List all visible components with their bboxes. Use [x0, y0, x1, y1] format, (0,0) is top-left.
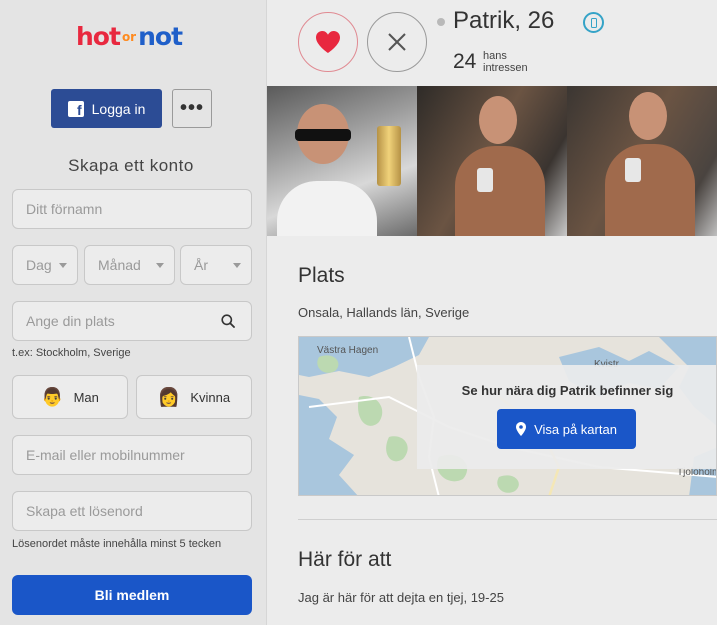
first-name-input[interactable]: Ditt förnamn — [12, 189, 252, 229]
facebook-icon: f — [67, 100, 84, 117]
email-field[interactable]: E-mail eller mobilnummer — [12, 435, 252, 475]
chevron-down-icon — [156, 263, 164, 268]
location-section-title: Plats — [298, 264, 345, 287]
gender-female-label: Kvinna — [190, 389, 231, 405]
location-text: Onsala, Hallands län, Sverige — [298, 305, 470, 320]
map-label-vastra-hagen: Västra Hagen — [317, 345, 379, 356]
skip-button[interactable] — [367, 12, 427, 72]
profile-main: Patrik, 26 24 hans intressen Plats Onsal… — [267, 0, 717, 625]
signup-title: Skapa ett konto — [68, 156, 194, 175]
chevron-down-icon — [59, 263, 67, 268]
more-icon: ••• — [179, 97, 204, 119]
profile-name-age: Patrik, 26 — [453, 7, 555, 34]
location-placeholder: Ange din plats — [26, 313, 115, 329]
map-overlay: Se hur nära dig Patrik befinner sig Visa… — [417, 365, 716, 469]
phone-verified-icon — [583, 12, 604, 33]
join-label: Bli medlem — [94, 587, 170, 603]
birth-month-label: Månad — [98, 257, 141, 273]
like-button[interactable] — [298, 12, 358, 72]
gender-female-button[interactable]: 👩 Kvinna — [136, 375, 252, 419]
map-pin-icon — [516, 422, 527, 436]
profile-photo-2[interactable] — [417, 86, 567, 236]
search-icon[interactable] — [221, 314, 235, 328]
location-input[interactable]: Ange din plats — [12, 301, 252, 341]
close-icon — [388, 33, 406, 51]
gender-male-label: Man — [73, 389, 99, 405]
man-icon: 👨 — [41, 386, 64, 407]
logo-or: or — [121, 30, 137, 44]
chevron-down-icon — [233, 263, 241, 268]
gender-male-button[interactable]: 👨 Man — [12, 375, 128, 419]
signup-sidebar: hot ornot f Logga in ••• Skapa ett konto … — [0, 0, 267, 625]
facebook-login-button[interactable]: f Logga in — [51, 89, 162, 128]
birth-year-select[interactable]: År — [180, 245, 252, 285]
location-map[interactable]: Västra Hagen Kvistr Tjolöholm Se hur när… — [298, 336, 717, 496]
profile-photo-1[interactable] — [267, 86, 417, 236]
show-on-map-label: Visa på kartan — [534, 421, 617, 437]
location-hint: t.ex: Stockholm, Sverige — [12, 347, 131, 359]
here-for-text: Jag är här för att dejta en tjej, 19-25 — [298, 590, 504, 605]
section-divider — [298, 519, 717, 520]
map-cta-text: Se hur nära dig Patrik befinner sig — [461, 383, 674, 398]
woman-icon: 👩 — [157, 386, 181, 407]
logo-hot: hot — [76, 22, 121, 51]
interests-count[interactable]: 24 — [453, 50, 476, 74]
first-name-placeholder: Ditt förnamn — [26, 201, 103, 217]
birth-day-select[interactable]: Dag — [12, 245, 78, 285]
online-status-dot — [437, 18, 445, 26]
hot-or-not-logo[interactable]: hot ornot — [76, 22, 183, 51]
email-placeholder: E-mail eller mobilnummer — [26, 447, 185, 463]
interests-label[interactable]: hans intressen — [483, 50, 543, 74]
password-hint: Lösenordet måste innehålla minst 5 tecke… — [12, 538, 222, 550]
birth-month-select[interactable]: Månad — [84, 245, 175, 285]
photo-strip — [267, 86, 717, 236]
password-field[interactable]: Skapa ett lösenord — [12, 491, 252, 531]
join-button[interactable]: Bli medlem — [12, 575, 252, 615]
facebook-login-label: Logga in — [91, 100, 146, 117]
logo-not: not — [138, 22, 183, 51]
password-placeholder: Skapa ett lösenord — [26, 503, 143, 519]
here-for-section-title: Här för att — [298, 548, 392, 571]
heart-icon — [316, 31, 340, 53]
show-on-map-button[interactable]: Visa på kartan — [497, 409, 636, 449]
birth-year-label: År — [194, 257, 208, 273]
more-options-button[interactable]: ••• — [172, 89, 212, 128]
profile-photo-3[interactable] — [567, 86, 717, 236]
birth-day-label: Dag — [26, 257, 52, 273]
